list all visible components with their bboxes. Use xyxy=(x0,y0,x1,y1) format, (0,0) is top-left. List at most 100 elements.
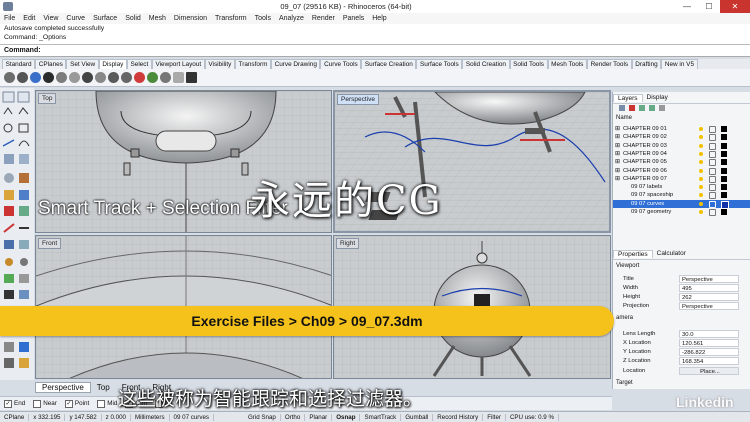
osnap-near[interactable]: Near xyxy=(33,399,57,408)
layer-row[interactable]: ⊞ CHAPTER 09 04 xyxy=(613,150,750,158)
layer-color-swatch[interactable] xyxy=(721,142,727,149)
expand-icon[interactable]: ⊞ xyxy=(615,167,620,175)
maximize-button[interactable]: ☐ xyxy=(698,0,720,13)
status-ortho[interactable]: Ortho xyxy=(281,413,306,421)
tab-surface-creation[interactable]: Surface Creation xyxy=(361,59,417,69)
layer-row[interactable]: ⊞ CHAPTER 09 06 xyxy=(613,167,750,175)
viewport-label-right[interactable]: Right xyxy=(336,238,360,249)
tab-solid-creation[interactable]: Solid Creation xyxy=(462,59,510,69)
expand-icon[interactable]: ⊞ xyxy=(615,158,620,166)
menu-help[interactable]: Help xyxy=(372,15,386,22)
technical-sphere-icon[interactable] xyxy=(69,72,80,83)
tab-mesh-tools[interactable]: Mesh Tools xyxy=(547,59,587,69)
lock-icon[interactable] xyxy=(709,167,716,175)
tab-drafting[interactable]: Drafting xyxy=(631,59,662,69)
status-grid-snap[interactable]: Grid Snap xyxy=(244,413,281,421)
light-bulb-icon[interactable] xyxy=(699,151,703,156)
osnap-point[interactable]: ✓ Point xyxy=(64,399,89,408)
tab-transform[interactable]: Transform xyxy=(234,59,272,69)
expand-icon[interactable]: ⊞ xyxy=(615,142,620,150)
minimize-button[interactable]: — xyxy=(676,0,698,13)
expand-icon[interactable]: ⊞ xyxy=(615,175,620,183)
status-smarttrack[interactable]: SmartTrack xyxy=(360,413,402,421)
wireframe-sphere-icon[interactable] xyxy=(4,72,15,83)
capture-icon[interactable] xyxy=(173,72,184,83)
layer-row[interactable]: ⊞ CHAPTER 09 05 xyxy=(613,158,750,167)
place-button[interactable]: Place... xyxy=(679,367,739,375)
light-bulb-icon[interactable] xyxy=(699,160,703,165)
expand-icon[interactable]: ⊞ xyxy=(615,150,620,158)
layer-row-selected[interactable]: 09 07 curves xyxy=(613,199,750,209)
menu-view[interactable]: View xyxy=(43,15,58,22)
pen-sphere-icon[interactable] xyxy=(95,72,106,83)
light-bulb-icon[interactable] xyxy=(699,176,703,181)
tab-display-panel[interactable]: Display xyxy=(643,94,672,101)
lock-icon[interactable] xyxy=(709,192,716,200)
display-mode-icon[interactable] xyxy=(160,72,171,83)
close-button[interactable]: ✕ xyxy=(720,0,750,13)
menu-curve[interactable]: Curve xyxy=(66,15,85,22)
menu-tools[interactable]: Tools xyxy=(255,15,271,22)
tab-surface-tools[interactable]: Surface Tools xyxy=(416,59,463,69)
layer-down-icon[interactable] xyxy=(649,105,655,111)
menu-render[interactable]: Render xyxy=(312,15,335,22)
new-layer-icon[interactable] xyxy=(619,105,625,111)
light-bulb-icon[interactable] xyxy=(699,210,703,214)
light-bulb-icon[interactable] xyxy=(699,168,703,173)
lock-icon[interactable] xyxy=(709,159,716,167)
tab-display[interactable]: Display xyxy=(98,59,127,69)
artistic-sphere-icon[interactable] xyxy=(82,72,93,83)
layer-row[interactable]: ⊞ CHAPTER 09 03 xyxy=(613,142,750,150)
menu-transform[interactable]: Transform xyxy=(215,15,247,22)
tab-select[interactable]: Select xyxy=(126,59,152,69)
command-input[interactable]: Command: xyxy=(0,45,750,57)
layer-row[interactable]: 09 07 geometry xyxy=(613,208,750,216)
menu-analyze[interactable]: Analyze xyxy=(279,15,304,22)
monitor-icon[interactable] xyxy=(186,72,197,83)
layer-color-swatch[interactable] xyxy=(721,175,727,182)
display-mode-icon[interactable] xyxy=(108,72,119,83)
light-bulb-icon[interactable] xyxy=(699,193,703,198)
filter-icon[interactable] xyxy=(659,105,665,111)
menu-panels[interactable]: Panels xyxy=(343,15,364,22)
light-bulb-icon[interactable] xyxy=(699,143,703,148)
layer-color-swatch[interactable] xyxy=(721,159,727,166)
display-color-icon[interactable] xyxy=(134,72,145,83)
tab-viewport-layout[interactable]: Viewport Layout xyxy=(151,59,205,69)
layer-color-swatch[interactable] xyxy=(721,192,727,199)
tab-solid-tools[interactable]: Solid Tools xyxy=(509,59,548,69)
osnap-end[interactable]: ✓ End xyxy=(4,399,25,408)
menu-solid[interactable]: Solid xyxy=(125,15,141,22)
layer-color-swatch[interactable] xyxy=(721,150,727,157)
status-units[interactable]: Millimeters xyxy=(131,413,170,421)
tab-visibility[interactable]: Visibility xyxy=(204,59,235,69)
light-bulb-icon[interactable] xyxy=(699,135,703,140)
rendered-sphere-icon[interactable] xyxy=(30,72,41,83)
lock-icon[interactable] xyxy=(709,142,716,150)
xray-sphere-icon[interactable] xyxy=(56,72,67,83)
lock-icon[interactable] xyxy=(709,175,716,183)
tab-properties[interactable]: Properties xyxy=(613,249,653,258)
layer-row[interactable]: 09 07 labels xyxy=(613,183,750,192)
menu-edit[interactable]: Edit xyxy=(23,15,35,22)
tab-viewport-top[interactable]: Top xyxy=(91,383,116,392)
status-gumball[interactable]: Gumball xyxy=(401,413,434,421)
status-layer[interactable]: 09 07 curves xyxy=(170,413,214,421)
shaded-sphere-icon[interactable] xyxy=(17,72,28,83)
status-record-history[interactable]: Record History xyxy=(433,413,484,421)
layer-color-swatch[interactable] xyxy=(721,134,727,141)
light-bulb-icon[interactable] xyxy=(699,185,703,190)
menu-file[interactable]: File xyxy=(4,15,15,22)
expand-icon[interactable]: ⊞ xyxy=(615,125,620,133)
menu-mesh[interactable]: Mesh xyxy=(149,15,166,22)
viewport-label-front[interactable]: Front xyxy=(38,238,62,249)
tab-standard[interactable]: Standard xyxy=(2,59,36,69)
tab-calculator[interactable]: Calculator xyxy=(653,250,690,257)
display-color-icon[interactable] xyxy=(147,72,158,83)
light-bulb-icon[interactable] xyxy=(699,201,703,206)
tab-curve-drawing[interactable]: Curve Drawing xyxy=(271,59,321,69)
lock-icon[interactable] xyxy=(709,126,716,133)
tab-render-tools[interactable]: Render Tools xyxy=(586,59,632,69)
layer-row[interactable]: ⊞ CHAPTER 09 07 xyxy=(613,175,750,183)
status-planar[interactable]: Planar xyxy=(305,413,333,421)
